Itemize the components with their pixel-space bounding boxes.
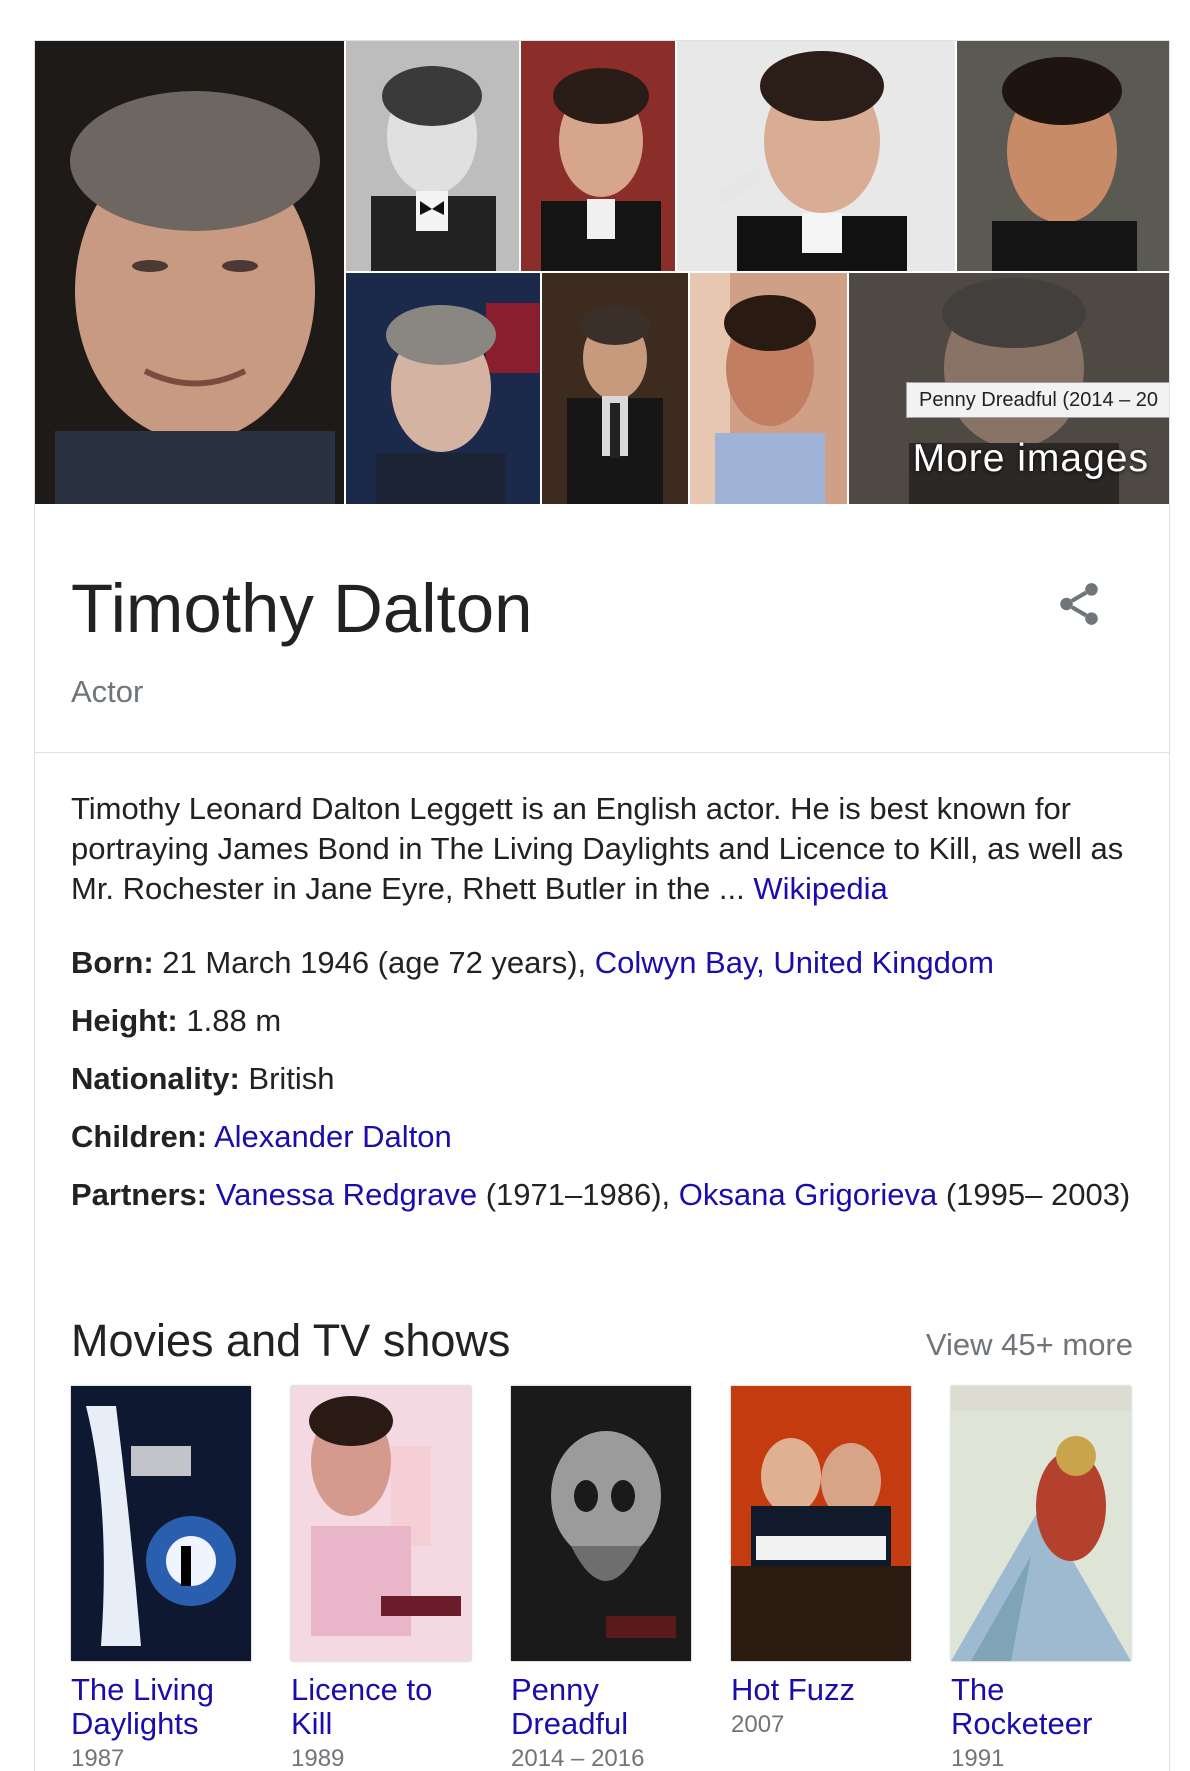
movie-poster[interactable] [511,1386,691,1661]
knowledge-panel: Penny Dreadful (2014 – 20 More images Ti… [34,40,1170,1771]
entity-type: Actor [71,674,144,709]
fact-value: 1.88 m [177,1003,282,1038]
gallery-image-3[interactable] [677,41,955,271]
partner-link-1[interactable]: Vanessa Redgrave [216,1177,477,1212]
fact-partners: Partners: Vanessa Redgrave (1971–1986), … [71,1175,1131,1215]
partner-dates-1: (1971–1986), [477,1177,679,1212]
movie-title[interactable]: Licence to Kill [291,1673,481,1741]
gallery-image-5[interactable] [346,273,540,504]
movie-title[interactable]: The Rocketeer [951,1673,1141,1741]
gallery-image-2[interactable] [521,41,675,271]
facts-list: Born: 21 March 1946 (age 72 years), Colw… [71,943,1131,1233]
movie-poster[interactable] [951,1386,1131,1661]
fact-value: 21 March 1946 (age 72 years), [153,945,595,980]
fact-children: Children: Alexander Dalton [71,1117,1131,1157]
movie-poster[interactable] [731,1386,911,1661]
more-images-link[interactable]: More images [913,437,1149,481]
partner-link-2[interactable]: Oksana Grigorieva [679,1177,937,1212]
panel-header: Timothy Dalton Actor [35,504,1169,753]
movie-year: 2007 [731,1711,785,1738]
fact-label: Partners: [71,1177,208,1212]
image-mosaic: Penny Dreadful (2014 – 20 More images [35,41,1169,504]
fact-label: Nationality: [71,1061,240,1096]
main-portrait-image[interactable] [35,41,344,504]
gallery-image-7[interactable] [690,273,847,504]
fact-label: Born: [71,945,154,980]
fact-label: Children: [71,1119,208,1154]
movie-card[interactable]: Hot Fuzz 2007 [731,1386,921,1739]
description-text: Timothy Leonard Dalton Leggett is an Eng… [71,791,1124,906]
gallery-image-4[interactable] [957,41,1169,271]
page-title: Timothy Dalton [71,570,533,647]
fact-nationality: Nationality: British [71,1059,1131,1099]
movie-poster[interactable] [291,1386,471,1661]
movie-title[interactable]: Penny Dreadful [511,1673,701,1741]
fact-height: Height: 1.88 m [71,1001,1131,1041]
movie-poster[interactable] [71,1386,251,1661]
movie-year: 1991 [951,1745,1005,1771]
gallery-image-6[interactable] [542,273,688,504]
movie-card[interactable]: The Rocketeer 1991 [951,1386,1141,1771]
fact-born: Born: 21 March 1946 (age 72 years), Colw… [71,943,1131,983]
image-tooltip: Penny Dreadful (2014 – 20 [906,382,1169,418]
movies-section-title: Movies and TV shows [71,1315,511,1366]
movie-card[interactable]: Licence to Kill 1989 [291,1386,481,1771]
description: Timothy Leonard Dalton Leggett is an Eng… [71,789,1151,909]
birthplace-link[interactable]: Colwyn Bay, United Kingdom [595,945,994,980]
fact-value: British [239,1061,335,1096]
view-more-link[interactable]: View 45+ more [926,1327,1133,1363]
movie-title[interactable]: Hot Fuzz [731,1673,921,1707]
movie-card[interactable]: The Living Daylights 1987 [71,1386,261,1771]
movie-card[interactable]: Penny Dreadful 2014 – 2016 [511,1386,701,1771]
partner-dates-2: (1995– 2003) [937,1177,1131,1212]
child-link[interactable]: Alexander Dalton [214,1119,452,1154]
fact-label: Height: [71,1003,178,1038]
movies-carousel: The Living Daylights 1987 Licence to Kil… [71,1386,1161,1771]
wikipedia-link[interactable]: Wikipedia [753,871,887,906]
movie-year: 2014 – 2016 [511,1745,645,1771]
movie-year: 1989 [291,1745,345,1771]
share-icon[interactable] [1054,579,1104,629]
movie-year: 1987 [71,1745,125,1771]
movie-title[interactable]: The Living Daylights [71,1673,261,1741]
gallery-image-1[interactable] [346,41,519,271]
